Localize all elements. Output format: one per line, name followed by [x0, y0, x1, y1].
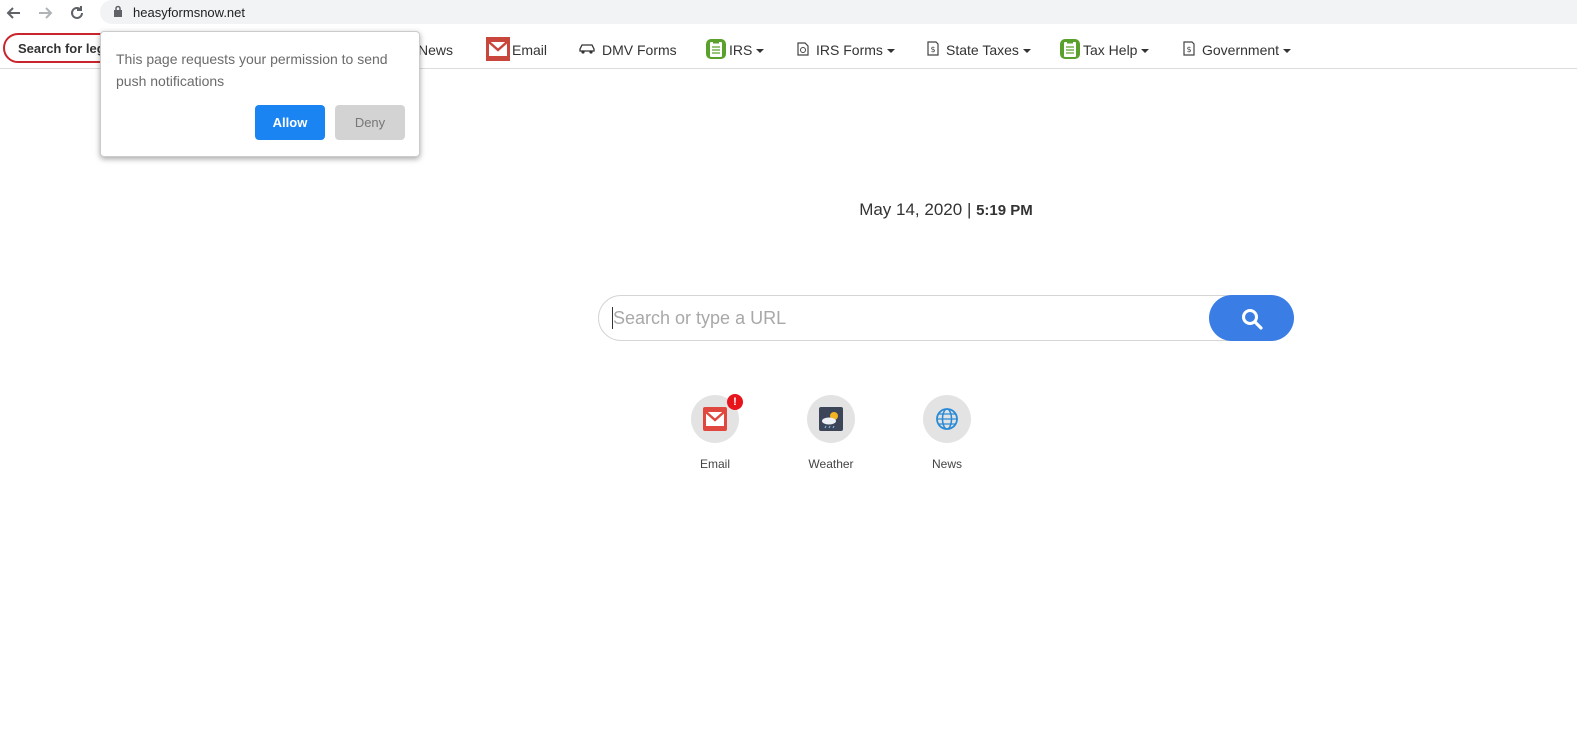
toolbar-item-label: Government [1202, 42, 1280, 58]
tile-icon-circle: ! [691, 394, 743, 443]
date-text: May 14, 2020 [859, 200, 963, 219]
notification-permission-popup: This page requests your permission to se… [100, 31, 420, 157]
tile-email[interactable]: ! Email [675, 394, 755, 471]
globe-icon [936, 408, 958, 430]
reload-icon[interactable] [67, 3, 87, 23]
svg-text:$: $ [1187, 45, 1192, 54]
search-input[interactable] [612, 307, 1203, 329]
search-icon [1242, 309, 1263, 330]
toolbar-item-label: State Taxes [946, 42, 1019, 58]
deny-button[interactable]: Deny [335, 105, 405, 140]
search-button[interactable] [1209, 295, 1294, 341]
tile-weather[interactable]: Weather [791, 395, 871, 471]
chevron-down-icon [1141, 49, 1150, 53]
toolbar-item-label: Email [512, 42, 548, 58]
form-icon [797, 41, 809, 59]
email-icon [703, 407, 727, 431]
tax-icon: $ [1182, 41, 1195, 59]
time-text: 5:19 PM [976, 202, 1033, 219]
popup-message: This page requests your permission to se… [116, 51, 388, 89]
tile-label: Email [699, 457, 730, 471]
chevron-down-icon [1022, 49, 1031, 53]
clipboard-icon [705, 38, 727, 63]
tile-label: Weather [808, 457, 854, 471]
tax-icon: $ [926, 41, 939, 59]
toolbar-item-label: DMV Forms [602, 42, 677, 58]
svg-text:$: $ [931, 45, 936, 54]
toolbar-item-email[interactable]: Email [486, 36, 548, 61]
chevron-down-icon [1283, 49, 1292, 53]
forward-arrow-icon[interactable] [35, 3, 55, 23]
tile-news[interactable]: News [907, 395, 987, 471]
toolbar-item-tax-help[interactable]: Tax Help [1059, 38, 1150, 63]
tile-icon-circle [923, 395, 971, 443]
back-arrow-icon[interactable] [4, 3, 24, 23]
lock-icon [113, 5, 123, 23]
toolbar-item-state-taxes[interactable]: $ State Taxes [926, 40, 1031, 60]
allow-button[interactable]: Allow [255, 105, 325, 140]
toolbar-item-government[interactable]: $ Government [1182, 40, 1292, 60]
tile-label: News [931, 457, 962, 471]
toolbar-item-irs[interactable]: IRS [705, 38, 765, 63]
car-icon [579, 42, 595, 58]
toolbar-item-label: Tax Help [1083, 42, 1138, 58]
chevron-down-icon [886, 49, 895, 53]
weather-icon [819, 407, 843, 431]
toolbar-item-label: IRS Forms [816, 42, 883, 58]
clipboard-icon [1059, 38, 1081, 63]
toolbar-search-placeholder: Search for leg [18, 41, 105, 56]
toolbar-item-dmv-forms[interactable]: DMV Forms [579, 40, 677, 60]
date-time-separator: | [966, 200, 972, 219]
toolbar-item-label: News [418, 42, 454, 58]
address-bar[interactable] [100, 0, 1577, 24]
toolbar-item-irs-forms[interactable]: IRS Forms [797, 40, 895, 60]
toolbar-item-label: IRS [729, 42, 753, 58]
notification-badge: ! [727, 394, 743, 410]
browser-chrome: heasyformsnow.net [0, 0, 1577, 26]
url-text[interactable]: heasyformsnow.net [133, 5, 245, 20]
tile-icon-circle [807, 395, 855, 443]
date-time-display: May 14, 2020 | 5:19 PM [846, 200, 1046, 220]
email-icon [486, 36, 510, 64]
chevron-down-icon [756, 49, 765, 53]
